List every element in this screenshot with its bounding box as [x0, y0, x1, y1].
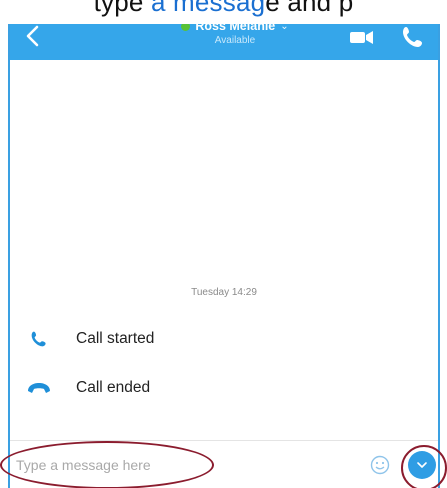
- caption-text-end: e and p: [265, 0, 354, 17]
- emoji-button[interactable]: [370, 455, 390, 475]
- instruction-caption: type a message and p: [0, 0, 447, 18]
- send-button[interactable]: [408, 451, 436, 479]
- date-separator: Tuesday 14:29: [191, 287, 257, 298]
- send-arrow-icon: [417, 462, 427, 468]
- video-call-button[interactable]: [348, 25, 376, 49]
- caption-text-start: ty: [93, 0, 115, 17]
- contact-status: Available: [214, 35, 256, 46]
- phone-icon: [403, 27, 422, 47]
- call-started-event: Call started: [26, 326, 154, 352]
- message-composer: [10, 440, 438, 488]
- chevron-left-icon: [26, 25, 39, 47]
- caption-link: a messag: [150, 0, 266, 17]
- call-ended-icon: [26, 377, 52, 399]
- cropped-caption-strip: type a message and p: [0, 0, 447, 24]
- event-label: Call ended: [76, 379, 151, 396]
- event-label: Call started: [76, 330, 155, 347]
- call-ended-event: Call ended: [26, 375, 150, 401]
- screenshot: Ross Melanie ⌄ Available Tuesday 14:29 C…: [0, 0, 447, 488]
- video-camera-icon: [350, 31, 373, 44]
- call-started-icon: [26, 328, 52, 350]
- smiley-icon: [370, 455, 390, 475]
- audio-call-button[interactable]: [398, 22, 428, 52]
- skype-chat-window: Ross Melanie ⌄ Available Tuesday 14:29 C…: [8, 14, 440, 488]
- message-input[interactable]: [14, 451, 258, 479]
- caption-text-middle: pe: [114, 0, 144, 17]
